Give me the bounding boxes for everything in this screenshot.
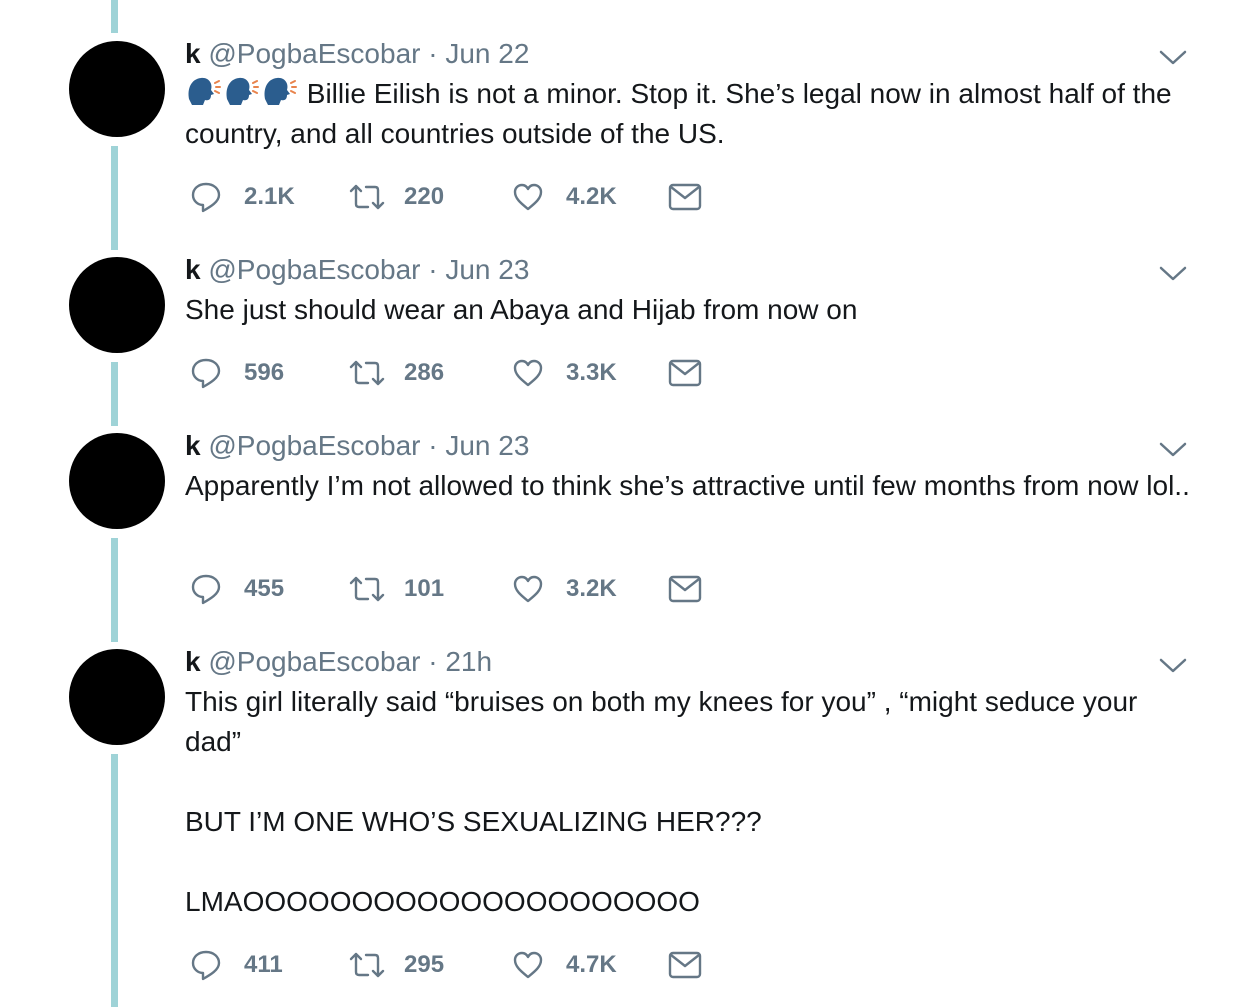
like-button[interactable]: 4.7K (512, 948, 617, 982)
tweet-4[interactable]: k @PogbaEscobar · 21h This girl literall… (0, 646, 1254, 1007)
retweet-button[interactable]: 295 (348, 948, 444, 982)
retweet-icon (349, 360, 385, 386)
retweet-count: 295 (404, 951, 445, 978)
retweet-button[interactable]: 286 (348, 356, 444, 390)
avatar[interactable] (69, 433, 165, 529)
like-button[interactable]: 3.2K (512, 572, 617, 606)
display-name[interactable]: k (185, 646, 201, 677)
tweet-text-body: Billie Eilish is not a minor. Stop it. S… (185, 78, 1180, 149)
user-handle[interactable]: @PogbaEscobar (208, 646, 420, 677)
reply-button[interactable]: 455 (190, 572, 284, 606)
speaking-head-emoji (226, 77, 259, 105)
timestamp[interactable]: Jun 23 (445, 430, 529, 461)
avatar[interactable] (69, 257, 165, 353)
direct-message-icon (668, 359, 702, 387)
user-handle[interactable]: @PogbaEscobar (208, 254, 420, 285)
chevron-down-icon[interactable] (1159, 658, 1187, 674)
reply-count: 455 (244, 575, 285, 602)
speaking-head-emoji (188, 77, 221, 105)
tweet-1[interactable]: k @PogbaEscobar · Jun 22 Billie Eilish i… (0, 38, 1254, 238)
retweet-icon (349, 952, 385, 978)
user-handle[interactable]: @PogbaEscobar (208, 430, 420, 461)
tweet-header: k @PogbaEscobar · Jun 23 (185, 430, 529, 462)
reply-button[interactable]: 411 (190, 948, 283, 982)
separator: · (428, 38, 438, 69)
avatar[interactable] (69, 41, 165, 137)
retweet-count: 220 (404, 183, 445, 210)
tweet-header: k @PogbaEscobar · Jun 22 (185, 38, 529, 70)
reply-count: 2.1K (244, 183, 295, 210)
display-name[interactable]: k (185, 430, 201, 461)
tweet-3[interactable]: k @PogbaEscobar · Jun 23 Apparently I’m … (0, 430, 1254, 630)
speaking-head-emoji (264, 77, 297, 105)
reply-icon (191, 182, 221, 213)
tweet-text: This girl literally said “bruises on bot… (185, 686, 1138, 917)
direct-message-button[interactable] (668, 356, 702, 390)
tweet-header: k @PogbaEscobar · 21h (185, 646, 492, 678)
reply-icon (191, 358, 221, 389)
direct-message-button[interactable] (668, 572, 702, 606)
like-icon (513, 951, 543, 979)
like-icon (513, 183, 543, 211)
separator: · (428, 646, 438, 677)
timestamp[interactable]: 21h (445, 646, 492, 677)
direct-message-button[interactable] (668, 948, 702, 982)
reply-icon (191, 574, 221, 605)
separator: · (428, 254, 438, 285)
like-button[interactable]: 3.3K (512, 356, 617, 390)
reply-count: 596 (244, 359, 285, 386)
chevron-down-icon[interactable] (1159, 442, 1187, 458)
tweet-text: Billie Eilish is not a minor. Stop it. S… (185, 74, 1195, 154)
retweet-button[interactable]: 101 (348, 572, 444, 606)
direct-message-icon (668, 183, 702, 211)
display-name[interactable]: k (185, 254, 201, 285)
like-count: 4.7K (566, 951, 617, 978)
retweet-count: 286 (404, 359, 445, 386)
like-count: 3.2K (566, 575, 617, 602)
timestamp[interactable]: Jun 22 (445, 38, 529, 69)
direct-message-icon (668, 951, 702, 979)
tweet-header: k @PogbaEscobar · Jun 23 (185, 254, 529, 286)
retweet-icon (349, 184, 385, 210)
chevron-down-icon[interactable] (1159, 50, 1187, 66)
like-count: 4.2K (566, 183, 617, 210)
like-button[interactable]: 4.2K (512, 180, 617, 214)
like-count: 3.3K (566, 359, 617, 386)
retweet-count: 101 (404, 575, 445, 602)
reply-icon (191, 950, 221, 981)
direct-message-button[interactable] (668, 180, 702, 214)
reply-count: 411 (244, 951, 283, 978)
user-handle[interactable]: @PogbaEscobar (208, 38, 420, 69)
tweet-text: She just should wear an Abaya and Hijab … (185, 294, 858, 325)
tweet-2[interactable]: k @PogbaEscobar · Jun 23 She just should… (0, 254, 1254, 404)
tweet-text: Apparently I’m not allowed to think she’… (185, 470, 1190, 501)
timestamp[interactable]: Jun 23 (445, 254, 529, 285)
like-icon (513, 575, 543, 603)
thread-line-top (111, 0, 118, 33)
like-icon (513, 359, 543, 387)
retweet-icon (349, 576, 385, 602)
avatar[interactable] (69, 649, 165, 745)
separator: · (428, 430, 438, 461)
display-name[interactable]: k (185, 38, 201, 69)
chevron-down-icon[interactable] (1159, 266, 1187, 282)
retweet-button[interactable]: 220 (348, 180, 444, 214)
direct-message-icon (668, 575, 702, 603)
reply-button[interactable]: 596 (190, 356, 284, 390)
reply-button[interactable]: 2.1K (190, 180, 295, 214)
